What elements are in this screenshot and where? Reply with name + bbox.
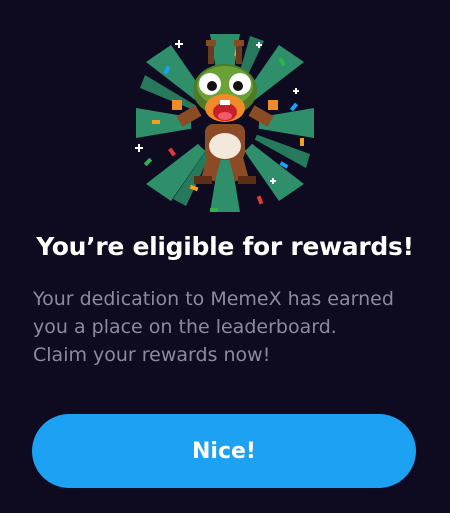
celebrating-frog-mascot-icon xyxy=(130,28,320,218)
modal-title: You’re eligible for rewards! xyxy=(36,232,414,261)
modal-description: Your dedication to MemeX has earned you … xyxy=(33,285,433,369)
frog-body xyxy=(205,124,245,160)
description-line: you a place on the leaderboard. xyxy=(33,316,337,338)
description-line: Claim your rewards now! xyxy=(33,344,271,366)
mascot-illustration xyxy=(135,34,314,212)
description-line: Your dedication to MemeX has earned xyxy=(33,288,394,310)
rewards-modal: You’re eligible for rewards! Your dedica… xyxy=(0,0,450,513)
nice-button[interactable]: Nice! xyxy=(32,414,416,488)
